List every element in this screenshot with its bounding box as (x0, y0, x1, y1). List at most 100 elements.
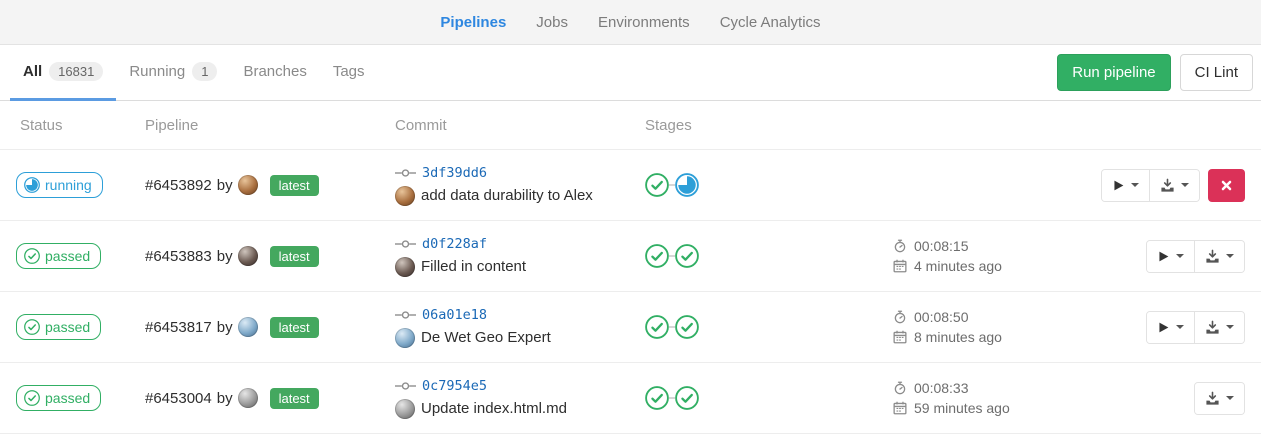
commit-icon (395, 381, 416, 391)
chevron-down-icon (1176, 325, 1184, 329)
commit-cell: d0f228af Filled in content (395, 221, 645, 291)
calendar-icon (893, 259, 907, 273)
stage-icon-passed[interactable] (675, 386, 699, 410)
pipeline-author-avatar[interactable] (238, 317, 258, 337)
tab-all-label: All (23, 63, 42, 80)
tab-running-label: Running (129, 63, 185, 80)
commit-author-avatar[interactable] (395, 328, 415, 348)
pipeline-finished-ago: 8 minutes ago (893, 329, 1002, 345)
nav-item-pipelines[interactable]: Pipelines (440, 14, 506, 31)
pipeline-id-link[interactable]: #6453883 (145, 248, 212, 265)
commit-message-link[interactable]: Update index.html.md (421, 400, 567, 417)
ci-lint-button[interactable]: CI Lint (1180, 54, 1253, 91)
commit-author-avatar[interactable] (395, 257, 415, 277)
mini-pipeline-graph (645, 315, 699, 339)
pipeline-id-link[interactable]: #6453004 (145, 390, 212, 407)
commit-author-avatar[interactable] (395, 399, 415, 419)
download-icon (1205, 249, 1220, 264)
stopwatch-icon (893, 381, 907, 395)
commit-message-link[interactable]: De Wet Geo Expert (421, 329, 551, 346)
commit-author-avatar[interactable] (395, 186, 415, 206)
status-badge-label: running (45, 177, 92, 193)
time-cell: 00:08:50 8 minutes ago (893, 292, 1073, 362)
cancel-pipeline-button[interactable] (1208, 169, 1245, 202)
calendar-icon (893, 259, 907, 273)
nav-item-environments[interactable]: Environments (598, 14, 690, 31)
pipeline-cell: #6453817 by latest (145, 292, 395, 362)
actions-cell (1073, 363, 1245, 433)
pipeline-actions-group (1146, 240, 1245, 273)
duration-text: 00:08:15 (914, 238, 969, 254)
check-circle-icon (645, 386, 669, 410)
commit-sha-link[interactable]: d0f228af (422, 236, 487, 252)
commit-sha-link[interactable]: 0c7954e5 (422, 378, 487, 394)
stage-icon-passed[interactable] (645, 386, 669, 410)
time-cell (893, 150, 1073, 220)
stages-cell (645, 363, 893, 433)
stages-cell (645, 150, 893, 220)
running-pie-icon (675, 173, 699, 197)
pipeline-row: passed #6453883 by latest d0f228af Fille… (0, 221, 1261, 292)
pipeline-actions-group (1101, 169, 1200, 202)
tab-branches[interactable]: Branches (230, 45, 319, 101)
stage-icon-passed[interactable] (675, 315, 699, 339)
download-icon (1160, 178, 1175, 193)
status-badge[interactable]: passed (16, 385, 101, 411)
mini-pipeline-graph (645, 386, 699, 410)
stage-icon-passed[interactable] (645, 315, 669, 339)
check-circle-icon (24, 390, 40, 406)
latest-badge: latest (270, 246, 319, 267)
stage-icon-running[interactable] (675, 173, 699, 197)
artifacts-dropdown[interactable] (1195, 383, 1244, 414)
commit-message-link[interactable]: add data durability to Alex (421, 187, 593, 204)
stage-icon-passed[interactable] (675, 244, 699, 268)
artifacts-dropdown[interactable] (1194, 312, 1244, 343)
check-circle-icon (675, 244, 699, 268)
calendar-icon (893, 330, 907, 344)
actions-cell (1073, 292, 1245, 362)
tab-running-count: 1 (192, 62, 217, 81)
pipeline-duration: 00:08:15 (893, 238, 969, 254)
status-badge-label: passed (45, 319, 90, 335)
tab-tags[interactable]: Tags (320, 45, 378, 101)
project-nav: Pipelines Jobs Environments Cycle Analyt… (0, 0, 1261, 45)
manual-actions-dropdown[interactable] (1147, 241, 1194, 272)
pipeline-author-avatar[interactable] (238, 388, 258, 408)
actions-cell (1073, 221, 1245, 291)
pipeline-author-avatar[interactable] (238, 175, 258, 195)
toolbar-actions: Run pipeline CI Lint (1057, 45, 1253, 100)
stopwatch-icon (893, 239, 907, 253)
commit-icon (395, 378, 416, 395)
chevron-down-icon (1181, 183, 1189, 187)
status-badge[interactable]: running (16, 172, 103, 198)
pipeline-id-link[interactable]: #6453817 (145, 319, 212, 336)
manual-actions-dropdown[interactable] (1102, 170, 1149, 201)
stopwatch-icon (893, 310, 907, 324)
download-icon (1205, 391, 1220, 406)
calendar-icon (893, 401, 907, 415)
commit-sha-link[interactable]: 06a01e18 (422, 307, 487, 323)
pipeline-author-avatar[interactable] (238, 246, 258, 266)
stage-icon-passed[interactable] (645, 244, 669, 268)
manual-actions-dropdown[interactable] (1147, 312, 1194, 343)
nav-item-cycle-analytics[interactable]: Cycle Analytics (720, 14, 821, 31)
status-badge[interactable]: passed (16, 314, 101, 340)
commit-sha-link[interactable]: 3df39dd6 (422, 165, 487, 181)
tab-running[interactable]: Running 1 (116, 45, 230, 101)
stage-icon-passed[interactable] (645, 173, 669, 197)
artifacts-dropdown[interactable] (1194, 241, 1244, 272)
check-circle-icon (645, 315, 669, 339)
play-icon (1157, 250, 1170, 263)
artifacts-dropdown[interactable] (1149, 170, 1199, 201)
calendar-icon (893, 330, 907, 344)
finished-ago-text: 59 minutes ago (914, 400, 1010, 416)
pipeline-id-link[interactable]: #6453892 (145, 177, 212, 194)
tab-all[interactable]: All 16831 (10, 45, 116, 101)
nav-item-jobs[interactable]: Jobs (536, 14, 568, 31)
status-cell: passed (16, 221, 145, 291)
run-pipeline-button[interactable]: Run pipeline (1057, 54, 1170, 91)
commit-message-link[interactable]: Filled in content (421, 258, 526, 275)
stopwatch-icon (893, 239, 907, 253)
download-icon (1205, 320, 1220, 335)
status-badge[interactable]: passed (16, 243, 101, 269)
